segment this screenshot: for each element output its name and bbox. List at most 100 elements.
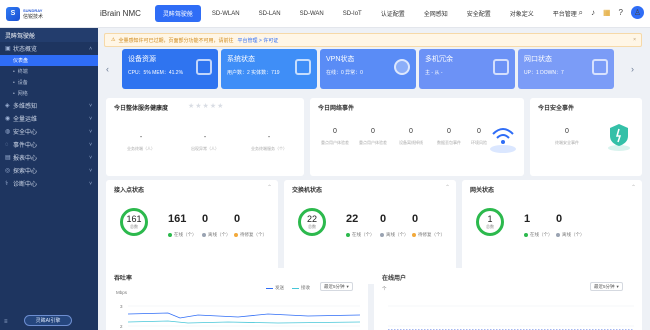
stat-card-system[interactable]: 系统状态 用户数：2 实体数：719: [221, 49, 317, 89]
nav-sd-wlan[interactable]: SD-WLAN: [204, 7, 248, 21]
wifi-illustration-icon: [490, 128, 516, 153]
online-users-chart: [388, 305, 634, 330]
nav-network-sense[interactable]: 全网感知: [416, 5, 456, 22]
switch-online-count[interactable]: 22: [346, 213, 358, 225]
switch-total-ring: 22 总数: [298, 208, 326, 236]
gateway-online-count[interactable]: 1: [524, 213, 530, 225]
legend-label: 离线（个）: [208, 232, 231, 237]
stat-card-vpn[interactable]: VPN状态 在线：0 异常：0: [320, 49, 416, 89]
close-icon[interactable]: ×: [633, 37, 636, 43]
product-name: iBrain NMC: [100, 9, 141, 18]
carousel-next-icon[interactable]: ›: [631, 64, 634, 74]
license-link[interactable]: 平台管理 > 许可证: [238, 37, 279, 44]
legend-pending: 待修复（个）: [234, 232, 267, 238]
gateway-offline-count[interactable]: 0: [556, 213, 562, 225]
nav-sd-lan[interactable]: SD-LAN: [251, 7, 289, 21]
ops-icon: ◉: [5, 116, 11, 122]
legend-offline: 离线（个）: [556, 232, 585, 238]
chevron-down-icon: ˅: [89, 167, 92, 174]
bullet-icon: •: [13, 68, 15, 75]
stat-card-resources[interactable]: 设备资源 CPU：5% MEM：41.2%: [122, 49, 218, 89]
security-stat[interactable]: 0 终端安全事件: [538, 128, 596, 146]
health-panel: 今日整体服务健康度 ★★★★★ - 业务终端（人） - 出现异常（人） - 业务…: [106, 98, 304, 176]
avatar[interactable]: ♙: [631, 6, 644, 19]
help-icon[interactable]: ?: [619, 8, 623, 17]
more-icon[interactable]: ⌃: [267, 184, 272, 191]
menu-collapse-icon[interactable]: ≡: [4, 319, 8, 325]
y-tick: 3: [120, 304, 123, 309]
nav-auth-config[interactable]: 认证配置: [373, 5, 413, 22]
event-stat[interactable]: 0 重点用户体验差: [316, 128, 354, 146]
stat-value: 0: [565, 128, 569, 135]
sidebar-item-device[interactable]: • 设备: [0, 77, 98, 88]
carousel-prev-icon[interactable]: ‹: [106, 64, 109, 74]
apps-icon[interactable]: ▦: [603, 8, 611, 17]
time-range-select[interactable]: 最近5分钟 ▾: [590, 282, 623, 291]
sidebar-group-ops[interactable]: ◉ 全量运维 ˅: [0, 112, 98, 125]
sidebar: 灵眸驾驶舱 ▣ 状态概览 ˄ 仪表盘 • 终端 • 设备 • 网络 ◈ 多维感知…: [0, 28, 98, 330]
sidebar-group-sense[interactable]: ◈ 多维感知 ˅: [0, 99, 98, 112]
legend-online: 在线（个）: [346, 232, 375, 238]
ring-value: 1: [487, 213, 493, 224]
brand-text: SUNDRAY 信锐技术: [23, 8, 43, 20]
bell-icon[interactable]: ♪: [591, 8, 595, 17]
stat-card-ports[interactable]: 网口状态 UP：1 DOWN：7: [518, 49, 614, 89]
select-value: 最近5分钟: [594, 283, 615, 289]
sidebar-item-label: 设备: [17, 80, 28, 86]
event-stat[interactable]: 0 重点用户体验差: [354, 128, 392, 146]
sidebar-group-explore[interactable]: ◎ 探索中心 ˅: [0, 164, 98, 177]
time-range-select[interactable]: 最近5分钟 ▾: [320, 282, 353, 291]
event-stat[interactable]: 0 设备离线掉线: [392, 128, 430, 146]
bullet-icon: •: [13, 79, 15, 86]
nav-security-config[interactable]: 安全配置: [459, 5, 499, 22]
sidebar-item-terminal[interactable]: • 终端: [0, 66, 98, 77]
ai-engine-button[interactable]: 灵眸AI引擎: [24, 315, 72, 326]
legend-label: 待修复（个）: [418, 232, 445, 237]
gray-dot-icon: [380, 233, 384, 237]
search-icon[interactable]: ⌕: [579, 8, 583, 18]
panel-title: 吞吐率: [114, 276, 133, 282]
switch-offline-count[interactable]: 0: [380, 213, 386, 225]
chevron-down-icon: ▾: [616, 283, 619, 289]
dashboard-icon: ▣: [5, 46, 11, 52]
sidebar-group-diagnose[interactable]: ⚕ 诊断中心 ˅: [0, 177, 98, 190]
switch-pending-count[interactable]: 0: [412, 213, 418, 225]
sidebar-group-label: 探索中心: [13, 169, 38, 175]
sidebar-item-network[interactable]: • 网络: [0, 88, 98, 99]
panel-title: 在线用户: [382, 276, 407, 282]
nav-sd-wan[interactable]: SD-WAN: [292, 7, 332, 21]
throughput-chart: [128, 305, 360, 327]
top-bar: S SUNDRAY 信锐技术 iBrain NMC 灵眸驾驶舱 SD-WLAN …: [0, 0, 650, 28]
legend-send: 发送: [266, 285, 284, 291]
nav-cockpit[interactable]: 灵眸驾驶舱: [154, 5, 201, 22]
port-icon: [592, 59, 608, 75]
shield-icon: ◍: [5, 129, 11, 135]
more-icon[interactable]: ⌃: [631, 184, 636, 191]
brand-en: SUNDRAY: [23, 7, 43, 13]
sidebar-group-label: 事件中心: [13, 143, 38, 149]
legend-label: 在线（个）: [530, 232, 553, 237]
chevron-down-icon: ˅: [89, 102, 92, 109]
event-icon: ◌: [5, 141, 9, 148]
main-content: ⚠ 全量感知许可已过期，页面部分功能不可用，请前往 平台管理 > 许可证 × ‹…: [98, 28, 650, 330]
more-icon[interactable]: ⌃: [445, 184, 450, 191]
ap-online-count[interactable]: 161: [168, 213, 186, 225]
ap-offline-count[interactable]: 0: [202, 213, 208, 225]
sidebar-group-events[interactable]: ◌ 事件中心 ˅: [0, 138, 98, 151]
legend-label: 待修复（个）: [240, 232, 267, 237]
nav-object-def[interactable]: 对象定义: [502, 5, 542, 22]
sidebar-group-reports[interactable]: ▤ 报表中心 ˅: [0, 151, 98, 164]
y-tick: 2: [120, 324, 123, 329]
stat-label: 重点用户体验差: [359, 140, 387, 145]
sidebar-group-security[interactable]: ◍ 安全中心 ˅: [0, 125, 98, 138]
stat-card-redundancy[interactable]: 多机冗余 主 - 从 -: [419, 49, 515, 89]
ap-pending-count[interactable]: 0: [234, 213, 240, 225]
sidebar-title: 灵眸驾驶舱: [0, 28, 98, 42]
ring-unit: 总数: [130, 223, 138, 229]
sidebar-item-dashboard[interactable]: 仪表盘: [0, 55, 98, 66]
legend-label: 在线（个）: [174, 232, 197, 237]
stat-value: 0: [409, 128, 413, 135]
brand-logo[interactable]: S SUNDRAY 信锐技术: [0, 6, 100, 21]
nav-sd-iot[interactable]: SD-IoT: [335, 7, 370, 21]
sidebar-group-status[interactable]: ▣ 状态概览 ˄: [0, 42, 98, 55]
